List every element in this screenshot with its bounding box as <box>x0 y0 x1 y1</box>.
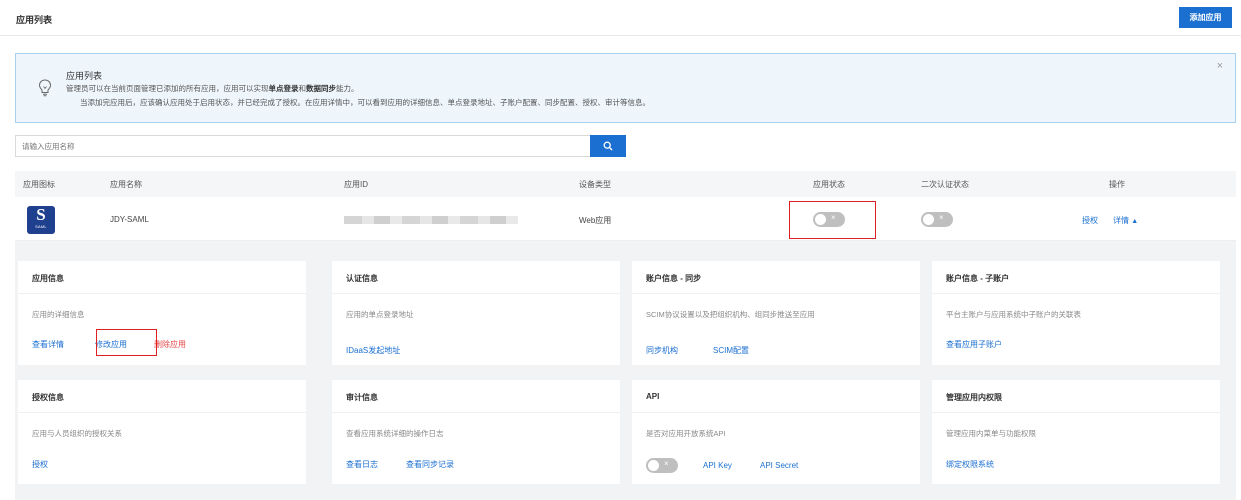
card-app-info: 应用信息 应用的详细信息 查看详情 修改应用 删除应用 <box>18 261 306 365</box>
caret-up-icon: ▲ <box>1131 218 1139 225</box>
col-app-icon: 应用图标 <box>23 180 55 189</box>
saml-app-icon: S SAML <box>27 206 55 234</box>
card-account-sync: 账户信息 - 同步 SCIM协议设置以及把组织机构、组同步推送至应用 同步机构 … <box>632 261 920 365</box>
card-desc: 应用的单点登录地址 <box>346 310 414 319</box>
table-header: 应用图标 应用名称 应用ID 设备类型 应用状态 二次认证状态 操作 <box>15 171 1236 197</box>
api-secret-link[interactable]: API Secret <box>760 461 798 470</box>
authorize-link[interactable]: 授权 <box>32 459 48 470</box>
lightbulb-icon <box>38 79 52 97</box>
table-row: S SAML JDY-SAML Web应用 × × 授权 详情 ▲ <box>15 198 1236 241</box>
mfa-status-toggle[interactable]: × <box>921 212 953 227</box>
notice-line-2: 当添加完应用后，应该确认应用处于启用状态，并已经完成了授权。在应用详情中，可以看… <box>80 98 650 107</box>
card-desc: SCIM协议设置以及把组织机构、组同步推送至应用 <box>646 310 815 319</box>
card-desc: 平台主账户与应用系统中子账户的关联表 <box>946 310 1081 319</box>
detail-link[interactable]: 详情 ▲ <box>1113 215 1138 226</box>
add-app-button[interactable]: 添加应用 <box>1179 7 1232 28</box>
card-desc: 应用与人员组织的授权关系 <box>32 429 122 438</box>
view-sync-record-link[interactable]: 查看同步记录 <box>406 459 454 470</box>
card-title: API <box>646 392 660 401</box>
card-title: 认证信息 <box>346 274 378 283</box>
col-device-type: 设备类型 <box>579 180 611 189</box>
card-authorization: 授权信息 应用与人员组织的授权关系 授权 <box>18 380 306 484</box>
card-title: 账户信息 - 同步 <box>646 274 702 283</box>
card-api: API 是否对应用开放系统API × API Key API Secret <box>632 380 920 484</box>
authorize-link[interactable]: 授权 <box>1082 215 1098 226</box>
card-title: 管理应用内权限 <box>946 393 1002 402</box>
card-desc: 查看应用系统详细的操作日志 <box>346 429 444 438</box>
close-icon: × <box>939 213 944 222</box>
view-log-link[interactable]: 查看日志 <box>346 459 378 470</box>
col-app-name: 应用名称 <box>110 180 142 189</box>
card-title: 授权信息 <box>32 393 64 402</box>
notice-title: 应用列表 <box>66 71 103 81</box>
api-toggle[interactable]: × <box>646 458 678 473</box>
col-actions: 操作 <box>1109 180 1125 189</box>
card-title: 审计信息 <box>346 393 378 402</box>
highlight-app-status <box>789 201 876 239</box>
card-audit: 审计信息 查看应用系统详细的操作日志 查看日志 查看同步记录 <box>332 380 620 484</box>
view-detail-link[interactable]: 查看详情 <box>32 339 64 350</box>
device-type: Web应用 <box>579 216 612 225</box>
card-desc: 应用的详细信息 <box>32 310 85 319</box>
bind-permission-link[interactable]: 绑定权限系统 <box>946 459 994 470</box>
card-desc: 是否对应用开放系统API <box>646 429 726 438</box>
idaas-launch-url-link[interactable]: IDaaS发起地址 <box>346 345 400 356</box>
page-title: 应用列表 <box>16 15 53 25</box>
page-header: 应用列表 添加应用 <box>0 0 1241 36</box>
col-mfa-status: 二次认证状态 <box>921 180 969 189</box>
close-icon[interactable]: × <box>1217 60 1223 72</box>
card-sub-account: 账户信息 - 子账户 平台主账户与应用系统中子账户的关联表 查看应用子账户 <box>932 261 1220 365</box>
col-app-status: 应用状态 <box>813 180 845 189</box>
scim-config-link[interactable]: SCIM配置 <box>713 345 749 356</box>
close-icon: × <box>664 459 669 468</box>
info-notice: 应用列表 管理员可以在当前页面管理已添加的所有应用，应用可以实现单点登录和数据同… <box>15 53 1236 123</box>
delete-app-link[interactable]: 删除应用 <box>154 339 186 350</box>
app-detail-panel: 应用信息 应用的详细信息 查看详情 修改应用 删除应用 认证信息 应用的单点登录… <box>15 241 1236 500</box>
search-button[interactable] <box>590 135 626 157</box>
notice-line-1: 管理员可以在当前页面管理已添加的所有应用，应用可以实现单点登录和数据同步能力。 <box>66 84 359 93</box>
card-title: 应用信息 <box>32 274 64 283</box>
view-sub-account-link[interactable]: 查看应用子账户 <box>946 339 1002 350</box>
card-permission: 管理应用内权限 管理应用内菜单与功能权限 绑定权限系统 <box>932 380 1220 484</box>
search-input[interactable] <box>15 135 590 157</box>
col-app-id: 应用ID <box>344 180 368 189</box>
app-id-masked <box>344 216 518 224</box>
card-auth-info: 认证信息 应用的单点登录地址 IDaaS发起地址 <box>332 261 620 365</box>
highlight-edit-app <box>96 329 157 356</box>
search-icon <box>603 141 613 151</box>
card-title: 账户信息 - 子账户 <box>946 274 1010 283</box>
api-key-link[interactable]: API Key <box>703 461 732 470</box>
sync-org-link[interactable]: 同步机构 <box>646 345 678 356</box>
card-desc: 管理应用内菜单与功能权限 <box>946 429 1036 438</box>
app-name: JDY-SAML <box>110 215 149 224</box>
